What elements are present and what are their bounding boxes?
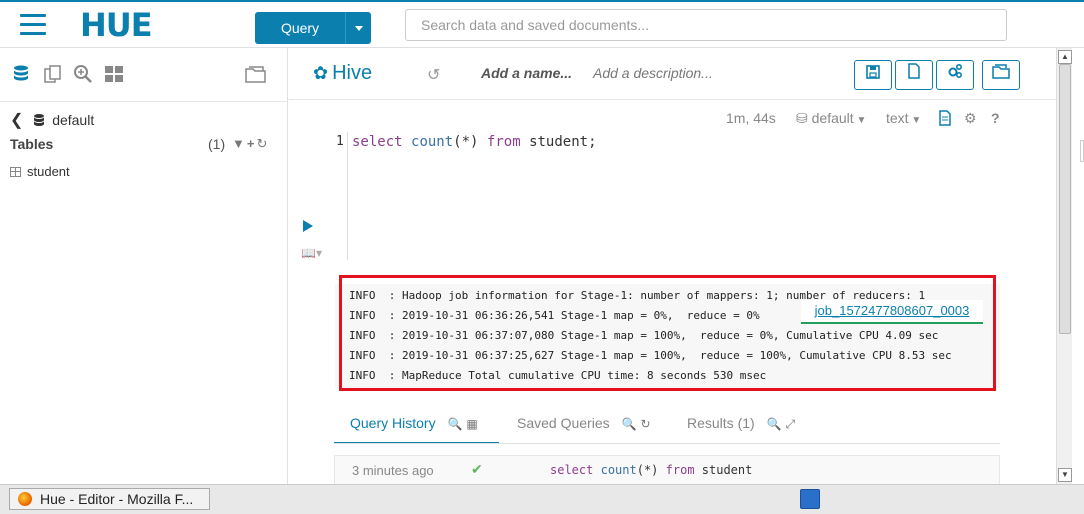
database-icon[interactable] — [10, 64, 32, 86]
table-name[interactable]: student — [27, 164, 70, 179]
tabs-divider — [334, 443, 1000, 444]
tables-label: Tables — [10, 136, 54, 152]
folder-open-icon — [992, 64, 1010, 79]
sql-text: student — [701, 463, 753, 477]
format-select[interactable]: text ▼ — [886, 110, 921, 126]
cogs-icon — [948, 63, 963, 79]
new-document-button[interactable] — [895, 60, 933, 90]
table-item-student[interactable]: student — [10, 164, 70, 179]
success-check-icon: ✔ — [471, 461, 483, 477]
sql-keyword: select — [550, 463, 594, 477]
database-small-icon: ⛁ — [796, 110, 808, 126]
search-icon[interactable]: 🔍 — [767, 417, 782, 431]
help-icon[interactable]: ? — [991, 110, 1000, 126]
hue-logo[interactable]: HUE — [80, 8, 153, 42]
editor-gutter — [334, 132, 348, 260]
search-icon[interactable] — [72, 64, 94, 86]
gear-icon[interactable]: ⚙ — [964, 110, 977, 127]
database-small-icon — [33, 113, 45, 130]
file-icon — [908, 63, 920, 79]
tab-label[interactable]: Query History — [350, 415, 436, 431]
vertical-scrollbar[interactable]: ▲ ▼ — [1056, 48, 1072, 484]
query-description-input[interactable]: Add a description... — [593, 65, 713, 81]
tables-count: (1) — [208, 136, 226, 152]
query-dropdown-caret-icon[interactable] — [345, 12, 371, 44]
query-button-label[interactable]: Query — [255, 12, 345, 44]
sql-args: (*) — [636, 463, 659, 477]
firefox-icon — [18, 492, 32, 506]
refresh-icon[interactable]: ↻ — [256, 136, 269, 151]
log-highlight-box — [339, 275, 996, 391]
expand-icon[interactable]: ⤢ — [786, 417, 796, 431]
engine-name[interactable]: Hive — [332, 62, 372, 84]
database-name[interactable]: default — [52, 112, 94, 128]
history-icon[interactable]: ↺ — [427, 65, 440, 85]
left-assist-panel: ❮ default Tables (1) ▼+↻ student — [0, 48, 288, 484]
scroll-down-icon[interactable]: ▼ — [1058, 468, 1072, 482]
history-query[interactable]: select count(*) from student — [550, 463, 752, 477]
top-navbar: HUE Query Search data and saved document… — [0, 0, 1084, 48]
open-folder-button[interactable] — [982, 60, 1020, 90]
search-icon[interactable]: 🔍 — [622, 417, 637, 431]
grid-icon[interactable] — [103, 64, 125, 86]
hamburger-menu-icon[interactable] — [20, 14, 46, 36]
tables-tools: ▼+↻ — [232, 136, 269, 152]
refresh-icon[interactable]: ↻ — [640, 417, 650, 431]
sql-args: (*) — [453, 134, 479, 150]
results-tabs: Query History 🔍 ▦ Saved Queries 🔍 ↻ Result… — [334, 406, 1000, 444]
sql-keyword: from — [665, 463, 695, 477]
history-time: 3 minutes ago — [352, 463, 434, 478]
tables-header: Tables (1) ▼+↻ — [10, 136, 278, 156]
execution-time: 1m, 44s — [726, 110, 776, 126]
tab-results[interactable]: Results (1) 🔍 ⤢ — [687, 406, 795, 444]
database-select[interactable]: ⛁ default ▼ — [796, 110, 866, 127]
sql-keyword: from — [486, 134, 521, 150]
explain-book-icon[interactable]: 📖▾ — [301, 246, 322, 260]
taskbar-window-title[interactable]: Hue - Editor - Mozilla F... — [40, 491, 193, 507]
tray-app-icon[interactable] — [800, 489, 820, 509]
assist-panel-tabs — [0, 48, 288, 102]
query-name-input[interactable]: Add a name... — [481, 65, 572, 81]
chevron-down-icon: ▼ — [908, 115, 922, 126]
chevron-down-icon: ▼ — [853, 115, 867, 126]
search-icon[interactable]: 🔍 — [447, 417, 462, 431]
line-number: 1 — [336, 134, 344, 149]
calendar-clear-icon[interactable]: ▦ — [466, 417, 477, 431]
documents-icon[interactable] — [42, 64, 64, 86]
side-handle[interactable] — [1080, 140, 1084, 162]
scroll-up-icon[interactable]: ▲ — [1058, 50, 1072, 64]
hive-bee-icon: ✿ — [313, 63, 329, 83]
query-button[interactable]: Query — [255, 12, 371, 44]
sql-function: count — [411, 134, 454, 150]
filter-icon[interactable]: ▼ — [232, 136, 247, 151]
tab-label[interactable]: Saved Queries — [517, 415, 610, 431]
table-row[interactable]: 3 minutes ago ✔ select count(*) from stu… — [334, 455, 1000, 485]
global-search-input[interactable]: Search data and saved documents... — [405, 9, 1007, 41]
sql-keyword: select — [352, 134, 403, 150]
save-button[interactable] — [854, 60, 892, 90]
back-chevron-icon[interactable]: ❮ — [10, 112, 23, 129]
database-select-value[interactable]: default — [812, 110, 854, 126]
table-icon — [10, 167, 21, 177]
sql-code-editor[interactable]: select count(*) from student; — [352, 134, 597, 150]
tab-saved-queries[interactable]: Saved Queries 🔍 ↻ — [517, 406, 651, 444]
sql-function: count — [600, 463, 637, 477]
database-breadcrumb[interactable]: ❮ default — [10, 110, 94, 130]
document-icon[interactable] — [938, 110, 952, 129]
settings-button[interactable] — [936, 60, 974, 90]
editor-header: ✿ Hive ↺ Add a name... Add a description.… — [289, 48, 1056, 100]
os-taskbar: Hue - Editor - Mozilla F... — [0, 484, 1084, 514]
execute-play-icon[interactable] — [303, 220, 313, 232]
folder-open-icon[interactable] — [245, 64, 267, 86]
tab-label[interactable]: Results (1) — [687, 415, 755, 431]
sql-text: student; — [529, 134, 597, 150]
taskbar-window-firefox[interactable]: Hue - Editor - Mozilla F... — [9, 488, 210, 510]
format-select-value[interactable]: text — [886, 110, 909, 126]
tab-query-history[interactable]: Query History 🔍 ▦ — [334, 406, 499, 444]
scrollbar-thumb[interactable] — [1059, 64, 1071, 334]
editor-engine-title[interactable]: ✿ Hive — [313, 62, 372, 85]
save-icon — [866, 65, 880, 79]
